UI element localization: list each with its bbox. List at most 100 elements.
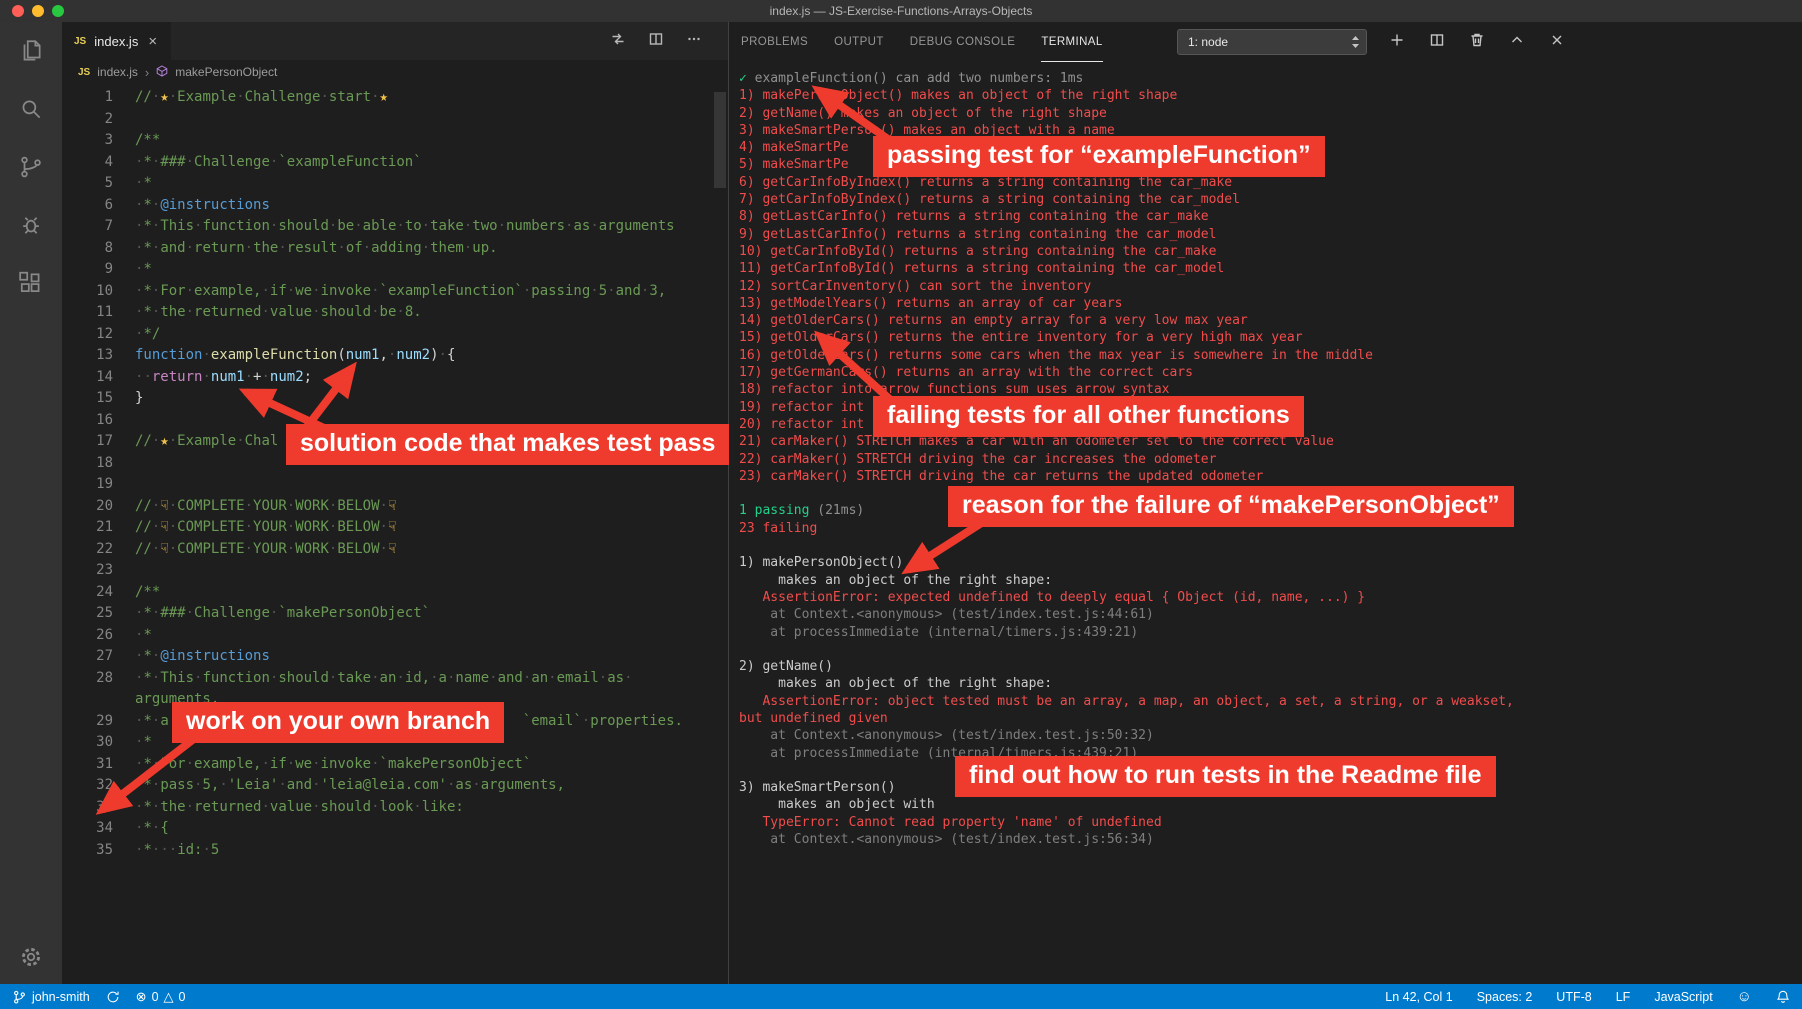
line-number: 16: [96, 411, 113, 428]
terminal-line: 8) getLastCarInfo() returns a string con…: [739, 209, 1209, 225]
code-line: 1//·★·Example·Challenge·start·★: [62, 87, 728, 109]
line-number: 19: [96, 476, 113, 492]
line-number: 8: [104, 239, 113, 256]
terminal-line: 15) getOlderCars() returns the entire in…: [739, 330, 1303, 346]
code-line: 11 ·*·the·returned·value·should·be·8.: [62, 302, 728, 324]
search-icon[interactable]: [16, 94, 46, 124]
line-number: 34: [96, 820, 113, 836]
split-editor-icon[interactable]: [648, 31, 664, 52]
errors-icon: ⊗: [135, 988, 147, 1004]
line-number: 22: [96, 540, 113, 557]
line-number: 6: [104, 196, 113, 213]
terminal-line: 7) getCarInfoByIndex() returns a string …: [739, 192, 1240, 208]
terminal-line: 10) getCarInfoById() returns a string co…: [739, 243, 1217, 259]
line-number: 4: [104, 153, 113, 170]
status-problems[interactable]: ⊗ 0 △ 0: [136, 989, 186, 1005]
line-number: 33: [96, 798, 113, 815]
line-number: 17: [96, 433, 113, 449]
panel-tab-debug-console[interactable]: DEBUG CONSOLE: [910, 22, 1016, 62]
code-line: 2: [62, 109, 728, 131]
terminal-line: 1) makePersonObject(): [739, 555, 904, 571]
javascript-file-icon: JS: [78, 66, 91, 78]
tab-label: index.js: [94, 33, 139, 49]
code-line: 13 function·exampleFunction(num1,·num2)·{: [62, 345, 728, 367]
panel-tab-output[interactable]: OUTPUT: [834, 22, 884, 62]
breadcrumb-file[interactable]: index.js: [97, 65, 138, 79]
notifications-bell-icon[interactable]: [1776, 990, 1790, 1004]
terminal-line: makes an object with: [739, 797, 935, 813]
javascript-file-icon: JS: [74, 35, 87, 47]
extensions-icon[interactable]: [16, 268, 46, 298]
terminal-line: 2) getName() makes an object of the righ…: [739, 105, 1107, 121]
tab-close-icon[interactable]: ×: [146, 33, 159, 50]
source-control-icon[interactable]: [16, 152, 46, 182]
code-line: 34 ·*·{: [62, 818, 728, 840]
code-line: 14 ··return·num1·+·num2;: [62, 367, 728, 389]
terminal-line: 12) sortCarInventory() can sort the inve…: [739, 278, 1092, 294]
editor-code-area[interactable]: 1//·★·Example·Challenge·start·★ 2 3/** 4 ·*·…: [62, 84, 728, 861]
editor-group: JS index.js × JS index.js › makePersonOb…: [62, 22, 728, 984]
line-number: 9: [104, 261, 113, 277]
annotation-failing-tests: failing tests for all other functions: [873, 396, 1304, 437]
line-number: 20: [96, 497, 113, 514]
line-number: 5: [104, 175, 113, 191]
line-number: 27: [96, 648, 113, 664]
terminal-line: at Context.<anonymous> (test/index.test.…: [739, 728, 1154, 744]
line-number: 31: [96, 755, 113, 772]
terminal-line: 17) getGermanCars() returns an array wit…: [739, 365, 1193, 381]
new-terminal-icon[interactable]: [1389, 32, 1405, 53]
line-number: 1: [104, 89, 113, 105]
terminal-line: 2) getName(): [739, 659, 833, 675]
status-encoding[interactable]: UTF-8: [1556, 990, 1591, 1004]
line-number: 14: [96, 368, 113, 385]
terminal-line: AssertionError: expected undefined to de…: [739, 589, 1366, 605]
warnings-icon: △: [163, 988, 174, 1004]
status-eol[interactable]: LF: [1616, 990, 1631, 1004]
more-actions-icon[interactable]: [686, 31, 702, 52]
annotation-failure-reason: reason for the failure of “makePersonObj…: [948, 486, 1514, 527]
line-number: 7: [104, 218, 113, 234]
terminal-shell-label: 1: node: [1188, 35, 1229, 49]
line-number: 3: [104, 132, 113, 148]
code-line: 22//·☟·COMPLETE·YOUR·WORK·BELOW·☟: [62, 539, 728, 561]
explorer-icon[interactable]: [16, 36, 46, 66]
tab-index-js[interactable]: JS index.js ×: [62, 22, 172, 60]
panel-tab-terminal[interactable]: TERMINAL: [1041, 22, 1103, 62]
line-number: 25: [96, 605, 113, 621]
line-number: 24: [96, 583, 113, 600]
branch-name: john-smith: [32, 989, 90, 1004]
editor-scrollbar-thumb[interactable]: [714, 92, 726, 188]
split-terminal-icon[interactable]: [1429, 32, 1445, 53]
line-number: 23: [96, 562, 113, 578]
code-line: 12 ·*/: [62, 324, 728, 346]
terminal-shell-select[interactable]: 1: node: [1177, 29, 1367, 55]
terminal-line: 16) getOlderCars() returns some cars whe…: [739, 347, 1373, 363]
code-line: 33 ·*·the·returned·value·should·look·like…: [62, 797, 728, 819]
status-branch[interactable]: john-smith: [12, 989, 90, 1005]
feedback-smiley-icon[interactable]: ☺: [1737, 988, 1752, 1005]
annotation-passing-test: passing test for “exampleFunction”: [873, 136, 1325, 177]
status-indent[interactable]: Spaces: 2: [1477, 990, 1533, 1004]
run-debug-icon[interactable]: [16, 210, 46, 240]
line-number: 15: [96, 390, 113, 406]
terminal-line: makes an object of the right shape:: [739, 572, 1053, 588]
code-line: 4 ·*·###·Challenge·`exampleFunction`: [62, 152, 728, 174]
line-number: 12: [96, 325, 113, 342]
breadcrumb-symbol[interactable]: makePersonObject: [175, 65, 277, 79]
kill-terminal-trash-icon[interactable]: [1469, 32, 1485, 53]
terminal-line: ✓ exampleFunction() can add two numbers:…: [739, 71, 1084, 86]
maximize-panel-chevron-icon[interactable]: [1509, 32, 1525, 53]
status-line-col[interactable]: Ln 42, Col 1: [1385, 990, 1452, 1004]
panel-tab-problems[interactable]: PROBLEMS: [741, 22, 808, 62]
line-number: 26: [96, 626, 113, 643]
status-sync-icon[interactable]: [106, 990, 120, 1004]
vscode-window: index.js — JS-Exercise-Functions-Arrays-…: [0, 0, 1802, 1009]
line-number: 2: [104, 110, 113, 127]
settings-gear-icon[interactable]: [16, 942, 46, 972]
open-changes-icon[interactable]: [610, 31, 626, 52]
code-line: 21//·☟·COMPLETE·YOUR·WORK·BELOW·☟: [62, 517, 728, 539]
status-language[interactable]: JavaScript: [1654, 990, 1712, 1004]
terminal-line: makes an object of the right shape:: [739, 676, 1053, 692]
close-panel-icon[interactable]: [1549, 32, 1565, 53]
symbol-cube-icon: [156, 64, 168, 80]
